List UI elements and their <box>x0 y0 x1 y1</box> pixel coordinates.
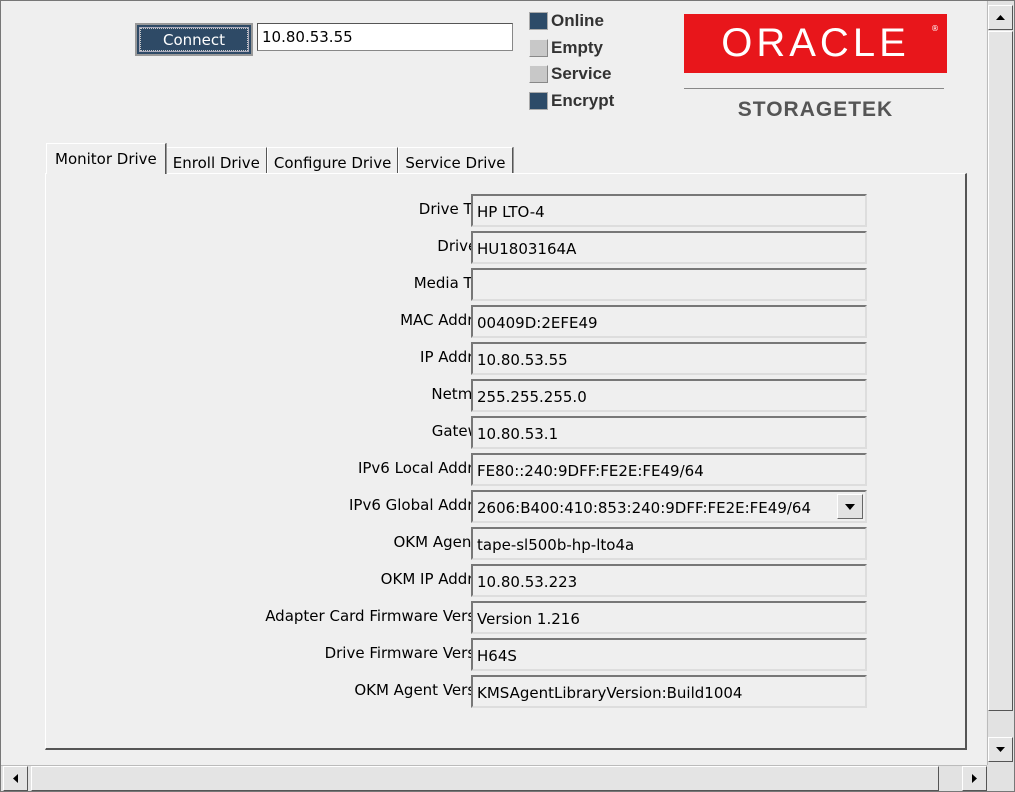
field-value: HU1803164A <box>471 231 867 264</box>
field-ipv6-global-address: IPv6 Global Address 2606:B400:410:853:24… <box>46 490 968 523</box>
logo-registered-mark: ® <box>931 24 939 33</box>
led-on-icon <box>529 12 548 31</box>
field-drive-firmware-version: Drive Firmware Version H64S <box>46 638 968 671</box>
logo-divider <box>684 88 944 89</box>
field-value: HP LTO-4 <box>471 194 867 227</box>
vertical-scrollbar[interactable] <box>987 1 1014 765</box>
field-value: Version 1.216 <box>471 601 867 634</box>
oracle-logo: ORACLE ® <box>684 14 947 73</box>
led-on-icon <box>529 91 548 110</box>
scrollbar-corner <box>987 765 1014 791</box>
field-value: FE80::240:9DFF:FE2E:FE49/64 <box>471 453 867 486</box>
address-input[interactable] <box>257 23 513 51</box>
field-value: 10.80.53.1 <box>471 416 867 449</box>
field-drive-type: Drive Type HP LTO-4 <box>46 194 968 227</box>
field-label: Adapter Card Firmware Version <box>265 607 498 625</box>
monitor-drive-panel: Drive Type HP LTO-4 Drive ID HU1803164A … <box>45 173 967 750</box>
field-value: tape-sl500b-hp-lto4a <box>471 527 867 560</box>
field-gateway: Gateway 10.80.53.1 <box>46 416 968 449</box>
led-off-icon <box>529 38 548 57</box>
field-value: H64S <box>471 638 867 671</box>
status-label: Online <box>551 11 604 31</box>
field-okm-agent-version: OKM Agent Version KMSAgentLibraryVersion… <box>46 675 968 708</box>
chevron-down-icon[interactable] <box>837 494 863 519</box>
field-ipv6-local-address: IPv6 Local Address FE80::240:9DFF:FE2E:F… <box>46 453 968 486</box>
field-mac-address: MAC Address 00409D:2EFE49 <box>46 305 968 338</box>
field-drive-id: Drive ID HU1803164A <box>46 231 968 264</box>
tab-monitor-drive[interactable]: Monitor Drive <box>46 143 166 174</box>
field-value: 10.80.53.55 <box>471 342 867 375</box>
status-label: Encrypt <box>551 90 615 110</box>
field-value <box>471 268 867 301</box>
status-online: Online <box>529 8 614 35</box>
status-label: Service <box>551 64 612 84</box>
arrow-right-icon[interactable] <box>962 766 987 791</box>
vertical-scroll-thumb[interactable] <box>988 31 1013 711</box>
status-encrypt: Encrypt <box>529 88 614 115</box>
horizontal-scrollbar[interactable] <box>1 765 987 791</box>
field-ip-address: IP Address 10.80.53.55 <box>46 342 968 375</box>
field-okm-ip-address: OKM IP Address 10.80.53.223 <box>46 564 968 597</box>
field-adapter-card-firmware-version: Adapter Card Firmware Version Version 1.… <box>46 601 968 634</box>
status-indicators: Online Empty Service Encrypt <box>529 8 614 114</box>
tab-bar: Monitor Drive Enroll Drive Configure Dri… <box>46 143 513 177</box>
field-value: 00409D:2EFE49 <box>471 305 867 338</box>
status-label: Empty <box>551 37 603 57</box>
field-value: KMSAgentLibraryVersion:Build1004 <box>471 675 867 708</box>
connect-button[interactable]: Connect <box>135 23 253 56</box>
status-service: Service <box>529 61 614 88</box>
product-name: STORAGETEK <box>737 98 894 121</box>
ipv6-global-address-select[interactable]: 2606:B400:410:853:240:9DFF:FE2E:FE49/64 <box>471 490 867 523</box>
main-content: Connect Online Empty Service Encrypt ORA… <box>1 1 986 765</box>
arrow-up-icon[interactable] <box>988 5 1013 30</box>
field-value: 255.255.255.0 <box>471 379 867 412</box>
field-media-type: Media Type <box>46 268 968 301</box>
arrow-down-icon[interactable] <box>988 737 1013 762</box>
arrow-left-icon[interactable] <box>3 766 28 791</box>
status-empty: Empty <box>529 35 614 62</box>
field-netmask: Netmask 255.255.255.0 <box>46 379 968 412</box>
select-value: 2606:B400:410:853:240:9DFF:FE2E:FE49/64 <box>477 499 812 517</box>
horizontal-scroll-thumb[interactable] <box>31 766 939 791</box>
led-off-icon <box>529 65 548 84</box>
logo-brand: ORACLE <box>721 21 910 65</box>
field-okm-agent-id: OKM Agent ID tape-sl500b-hp-lto4a <box>46 527 968 560</box>
field-value: 10.80.53.223 <box>471 564 867 597</box>
